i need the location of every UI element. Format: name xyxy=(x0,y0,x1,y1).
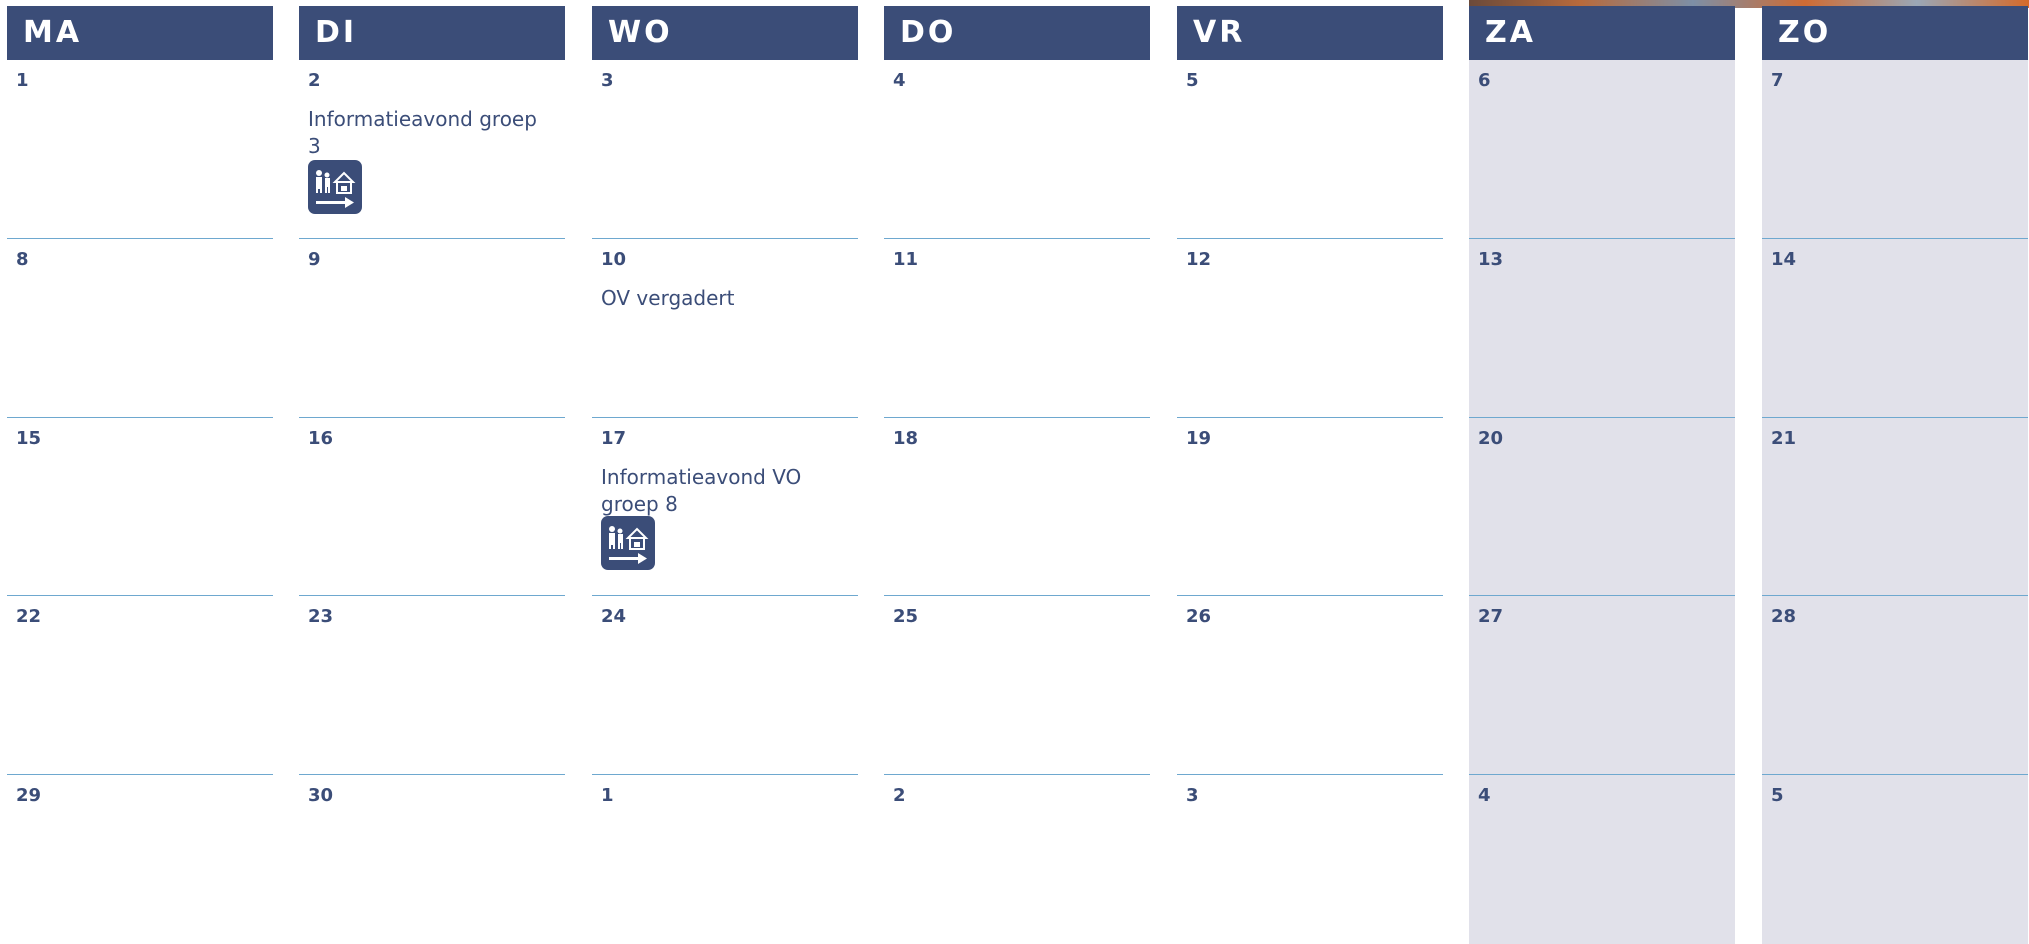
date-number: 22 xyxy=(16,606,42,627)
date-number: 3 xyxy=(601,70,614,91)
date-number: 19 xyxy=(1186,428,1212,449)
day-cell[interactable]: 10 OV vergadert xyxy=(592,238,858,417)
parents-school-icon xyxy=(601,516,655,570)
day-cell[interactable]: 23 xyxy=(299,595,565,774)
day-cell[interactable]: 6 xyxy=(1469,60,1735,238)
parents-school-icon xyxy=(308,160,362,214)
day-cell[interactable]: 12 xyxy=(1177,238,1443,417)
day-column-vr: VR 5 12 19 26 3 xyxy=(1177,6,1443,944)
date-number: 11 xyxy=(893,249,919,270)
date-number: 7 xyxy=(1771,70,1784,91)
day-cell[interactable]: 5 xyxy=(1177,60,1443,238)
date-number: 15 xyxy=(16,428,42,449)
day-cell[interactable]: 4 xyxy=(884,60,1150,238)
date-number: 20 xyxy=(1478,428,1504,449)
date-number: 17 xyxy=(601,428,627,449)
day-cell[interactable]: 16 xyxy=(299,417,565,595)
day-column-di: DI 2 Informatieavond groep 3 9 16 23 30 xyxy=(299,6,565,944)
date-number: 24 xyxy=(601,606,627,627)
day-column-do: DO 4 11 18 25 2 xyxy=(884,6,1150,944)
day-column-za: ZA 6 13 20 27 4 xyxy=(1469,6,1735,944)
date-number: 18 xyxy=(893,428,919,449)
day-cell[interactable]: 22 xyxy=(7,595,273,774)
day-cell[interactable]: 1 xyxy=(592,774,858,944)
day-cell[interactable]: 9 xyxy=(299,238,565,417)
day-cell[interactable]: 13 xyxy=(1469,238,1735,417)
day-cell[interactable]: 2 Informatieavond groep 3 xyxy=(299,60,565,238)
day-cell[interactable]: 30 xyxy=(299,774,565,944)
date-number: 30 xyxy=(308,785,334,806)
date-number: 13 xyxy=(1478,249,1504,270)
day-cell[interactable]: 2 xyxy=(884,774,1150,944)
date-number: 26 xyxy=(1186,606,1212,627)
event-label[interactable]: OV vergadert xyxy=(601,285,831,312)
date-number: 2 xyxy=(308,70,321,91)
date-number: 23 xyxy=(308,606,334,627)
day-header-ma: MA xyxy=(7,6,273,60)
date-number: 5 xyxy=(1771,785,1784,806)
day-cell[interactable]: 27 xyxy=(1469,595,1735,774)
date-number: 14 xyxy=(1771,249,1797,270)
day-column-zo: ZO 7 14 21 28 5 xyxy=(1762,6,2028,944)
day-cell[interactable]: 19 xyxy=(1177,417,1443,595)
day-header-vr: VR xyxy=(1177,6,1443,60)
day-cell[interactable]: 3 xyxy=(592,60,858,238)
day-column-ma: MA 1 8 15 22 29 xyxy=(7,6,273,944)
date-number: 8 xyxy=(16,249,29,270)
day-cell[interactable]: 7 xyxy=(1762,60,2028,238)
date-number: 1 xyxy=(16,70,29,91)
day-cell[interactable]: 20 xyxy=(1469,417,1735,595)
day-header-wo: WO xyxy=(592,6,858,60)
day-header-za: ZA xyxy=(1469,6,1735,60)
date-number: 21 xyxy=(1771,428,1797,449)
day-header-do: DO xyxy=(884,6,1150,60)
day-cell[interactable]: 3 xyxy=(1177,774,1443,944)
day-cell[interactable]: 8 xyxy=(7,238,273,417)
date-number: 29 xyxy=(16,785,42,806)
day-column-wo: WO 3 10 OV vergadert 17 Informatieavond VO gr… xyxy=(592,6,858,944)
day-cell[interactable]: 18 xyxy=(884,417,1150,595)
date-number: 10 xyxy=(601,249,627,270)
day-cell[interactable]: 5 xyxy=(1762,774,2028,944)
date-number: 28 xyxy=(1771,606,1797,627)
date-number: 6 xyxy=(1478,70,1491,91)
event-label[interactable]: Informatieavond VO groep 8 xyxy=(601,464,831,518)
date-number: 16 xyxy=(308,428,334,449)
day-cell[interactable]: 24 xyxy=(592,595,858,774)
date-number: 4 xyxy=(893,70,906,91)
day-cell[interactable]: 26 xyxy=(1177,595,1443,774)
date-number: 25 xyxy=(893,606,919,627)
date-number: 4 xyxy=(1478,785,1491,806)
day-cell[interactable]: 29 xyxy=(7,774,273,944)
date-number: 9 xyxy=(308,249,321,270)
day-header-di: DI xyxy=(299,6,565,60)
day-cell[interactable]: 17 Informatieavond VO groep 8 xyxy=(592,417,858,595)
date-number: 2 xyxy=(893,785,906,806)
day-cell[interactable]: 25 xyxy=(884,595,1150,774)
date-number: 12 xyxy=(1186,249,1212,270)
day-header-zo: ZO xyxy=(1762,6,2028,60)
day-cell[interactable]: 14 xyxy=(1762,238,2028,417)
date-number: 27 xyxy=(1478,606,1504,627)
event-label[interactable]: Informatieavond groep 3 xyxy=(308,106,538,160)
date-number: 1 xyxy=(601,785,614,806)
day-cell[interactable]: 4 xyxy=(1469,774,1735,944)
day-cell[interactable]: 15 xyxy=(7,417,273,595)
day-cell[interactable]: 11 xyxy=(884,238,1150,417)
date-number: 5 xyxy=(1186,70,1199,91)
day-cell[interactable]: 21 xyxy=(1762,417,2028,595)
day-cell[interactable]: 28 xyxy=(1762,595,2028,774)
date-number: 3 xyxy=(1186,785,1199,806)
day-cell[interactable]: 1 xyxy=(7,60,273,238)
